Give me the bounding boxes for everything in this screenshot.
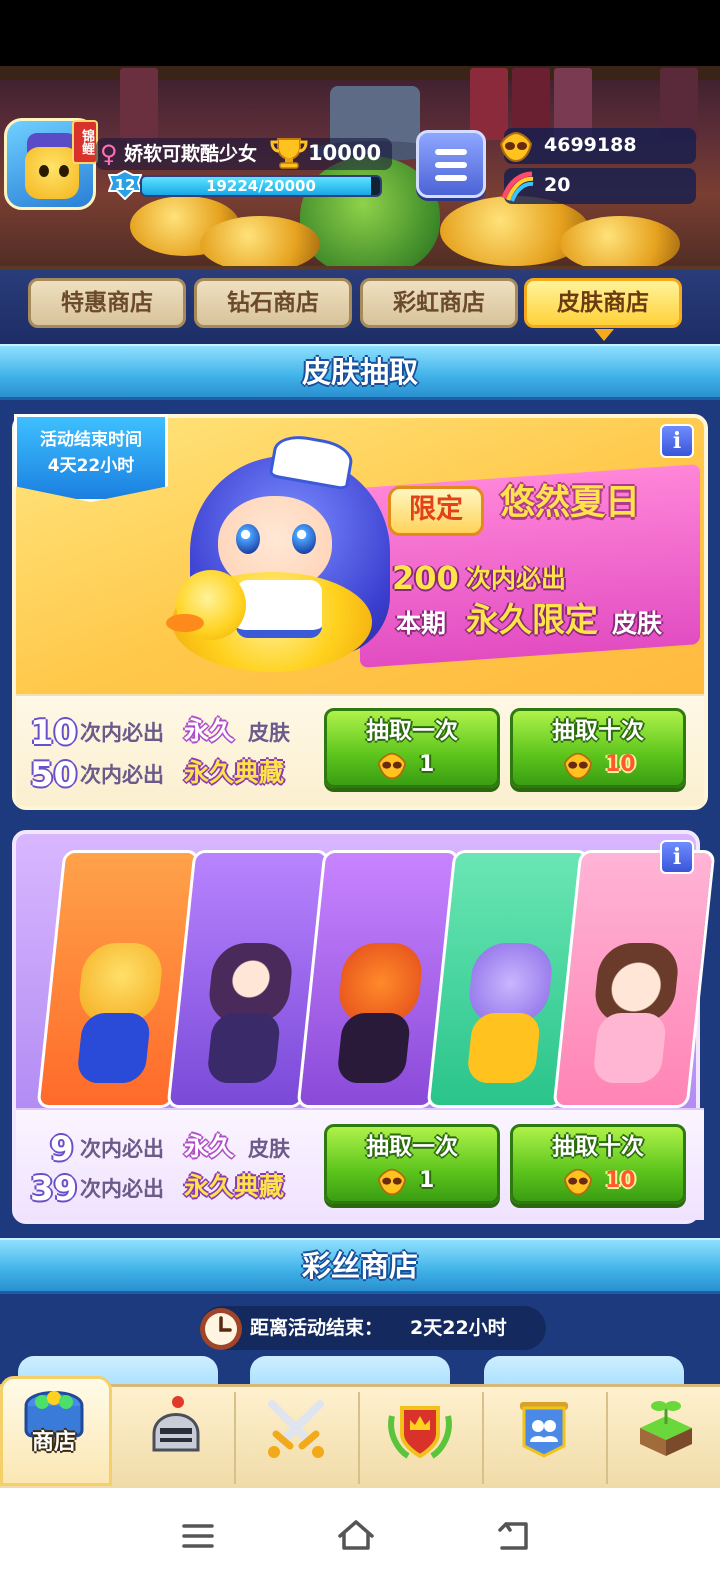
- pity-count: 50: [30, 755, 78, 795]
- menu-button[interactable]: [416, 130, 486, 198]
- gold-mask-icon: [499, 131, 533, 163]
- draw-once-button[interactable]: 抽取一次 1: [324, 1124, 500, 1204]
- tab-diamond-shop[interactable]: 钻石商店: [194, 278, 352, 328]
- pity-count: 39: [30, 1169, 78, 1209]
- rainbow-silk-count: 20: [544, 174, 571, 196]
- pity-count: 10: [30, 713, 78, 753]
- silk-shop-header: 彩丝商店: [0, 1238, 720, 1294]
- event-timer-value: 4天22小时: [47, 456, 135, 476]
- tab-special-offer[interactable]: 特惠商店: [28, 278, 186, 328]
- player-name: 娇软可欺酷少女: [124, 143, 258, 165]
- pity-highlight: 永久: [184, 1132, 235, 1161]
- draw-ten-cost: 10: [605, 752, 636, 777]
- nav-shop-label: 商店: [31, 1430, 76, 1455]
- player-level: 12: [114, 176, 136, 194]
- skin-line-prefix: 本期: [396, 609, 447, 638]
- skin-line-suffix: 皮肤: [612, 609, 663, 638]
- pity-highlight: 永久典藏: [184, 1172, 285, 1201]
- female-icon: ♀: [100, 140, 118, 168]
- skin-card-kimono-girl: [552, 850, 716, 1108]
- skin-draw-header: 皮肤抽取: [0, 344, 720, 400]
- pity-text: 次内必出: [80, 1177, 164, 1201]
- pity-suffix: 皮肤: [248, 1137, 290, 1161]
- active-tab-pointer: [594, 329, 614, 341]
- gold-mask-icon: [563, 1168, 593, 1196]
- draw-ten-label: 抽取十次: [552, 1134, 644, 1160]
- pity-text: 次内必出: [80, 763, 164, 787]
- gold-mask-icon: [377, 752, 407, 780]
- countdown-label: 距离活动结束：: [250, 1317, 384, 1339]
- crown-shield-icon[interactable]: [384, 1394, 456, 1464]
- pity-suffix: 皮肤: [248, 721, 290, 745]
- draw-once-label: 抽取一次: [366, 1134, 458, 1160]
- skin-line-highlight: 永久限定: [466, 600, 598, 639]
- banner2-info-button[interactable]: i: [660, 840, 694, 874]
- draw-ten-button[interactable]: 抽取十次 10: [510, 1124, 686, 1204]
- banner1-title: 悠然夏日: [500, 483, 641, 523]
- status-bar: [0, 0, 720, 66]
- draw-once-label: 抽取一次: [366, 718, 458, 744]
- recent-apps-icon[interactable]: [168, 1506, 228, 1566]
- clock-icon: [200, 1308, 242, 1350]
- gold-mask-count: 4699188: [544, 134, 637, 156]
- trophy-icon: [270, 138, 308, 169]
- back-icon[interactable]: [484, 1506, 544, 1566]
- team-banner-icon[interactable]: [508, 1394, 580, 1464]
- gold-mask-icon: [563, 752, 593, 780]
- banner1-info-button[interactable]: i: [660, 424, 694, 458]
- exp-text: 19224/20000: [206, 177, 316, 195]
- pity-highlight: 永久典藏: [184, 758, 285, 787]
- pity-text: 次内必出: [80, 721, 164, 745]
- pity-highlight: 永久: [184, 716, 235, 745]
- draw-ten-button[interactable]: 抽取十次 10: [510, 708, 686, 788]
- koi-badge: 锦鲤: [72, 120, 98, 164]
- draw-ten-label: 抽取十次: [552, 718, 644, 744]
- guarantee-text: 次内必出: [466, 564, 567, 593]
- pity-count: 9: [50, 1129, 74, 1169]
- rainbow-silk-icon: [501, 171, 534, 202]
- draw-once-button[interactable]: 抽取一次 1: [324, 708, 500, 788]
- event-timer-label: 活动结束时间: [40, 430, 142, 450]
- sprout-island-icon[interactable]: [630, 1394, 702, 1464]
- tab-rainbow-shop[interactable]: 彩虹商店: [360, 278, 518, 328]
- trophy-score: 10000: [308, 141, 382, 165]
- guarantee-count: 200: [392, 559, 459, 597]
- crossed-swords-icon[interactable]: [260, 1394, 332, 1464]
- countdown-value: 2天22小时: [410, 1317, 507, 1339]
- pity-text: 次内必出: [80, 1137, 164, 1161]
- gold-mask-icon: [377, 1168, 407, 1196]
- home-icon[interactable]: [326, 1506, 386, 1566]
- limited-tag: 限定: [388, 486, 484, 536]
- knight-helmet-icon[interactable]: [138, 1394, 210, 1464]
- draw-once-cost: 1: [419, 752, 435, 777]
- draw-once-cost: 1: [419, 1168, 435, 1193]
- draw-ten-cost: 10: [605, 1168, 636, 1193]
- tab-skin-shop[interactable]: 皮肤商店: [524, 278, 682, 328]
